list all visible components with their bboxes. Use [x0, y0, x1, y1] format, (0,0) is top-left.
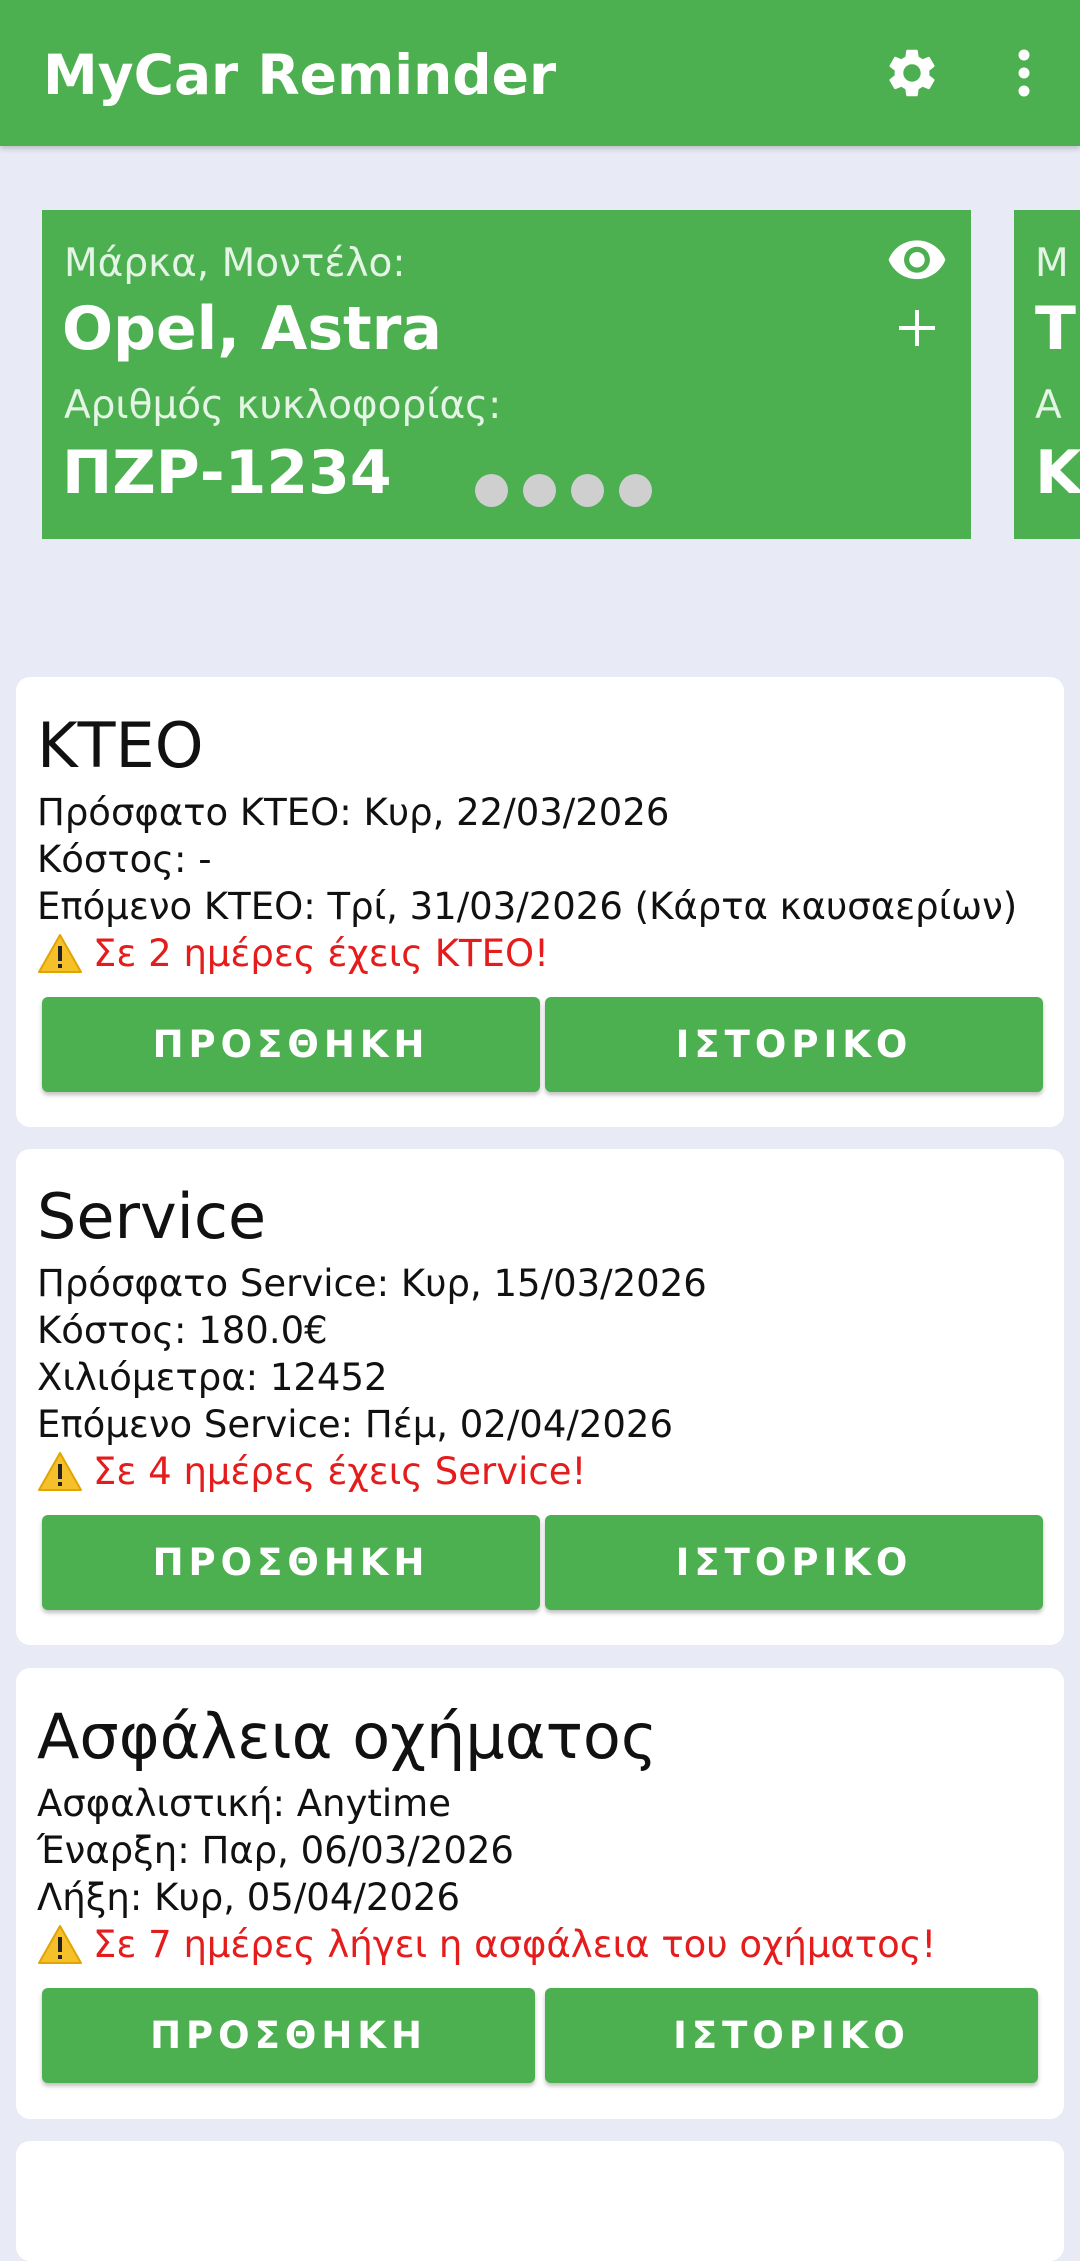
- page-dot[interactable]: [571, 474, 604, 507]
- card-line: Λήξη: Κυρ, 05/04/2026: [37, 1876, 461, 1919]
- card-title: Service: [37, 1180, 267, 1253]
- plus-icon: [899, 310, 935, 346]
- card-line: Κόστος: -: [37, 838, 212, 881]
- settings-button[interactable]: [872, 36, 952, 110]
- eye-icon: [888, 240, 946, 280]
- warning-icon: [37, 1924, 83, 1966]
- page-dot[interactable]: [475, 474, 508, 507]
- make-model-label: Μ: [1035, 241, 1069, 286]
- gear-icon: [889, 49, 935, 97]
- service-card: Service Πρόσφατο Service: Κυρ, 15/03/202…: [16, 1149, 1064, 1645]
- card-line: Ασφαλιστική: Anytime: [37, 1782, 451, 1825]
- warning-message: Σε 7 ημέρες λήγει η ασφάλεια του οχήματο…: [37, 1922, 936, 1968]
- card-line: Κόστος: 180.0€: [37, 1309, 328, 1352]
- next-card-partial: [16, 2141, 1064, 2261]
- add-kteo-button[interactable]: ΠΡΟΣΘΗΚΗ: [42, 997, 540, 1092]
- warning-message: Σε 2 ημέρες έχεις ΚΤΕΟ!: [37, 931, 549, 977]
- warning-text: Σε 2 ημέρες έχεις ΚΤΕΟ!: [93, 932, 549, 975]
- car-carousel[interactable]: Μάρκα, Μοντέλο: Opel, Astra Αριθμός κυκλ…: [0, 146, 1080, 676]
- card-line: Πρόσφατο Service: Κυρ, 15/03/2026: [37, 1262, 707, 1305]
- card-title: Ασφάλεια οχήματος: [37, 1700, 658, 1773]
- page-dot-active[interactable]: [427, 474, 460, 507]
- card-line: Χιλιόμετρα: 12452: [37, 1356, 388, 1399]
- plate-label: Αριθμός κυκλοφορίας:: [64, 383, 502, 428]
- app-title: MyCar Reminder: [43, 43, 557, 107]
- warning-icon: [37, 933, 83, 975]
- warning-message: Σε 4 ημέρες έχεις Service!: [37, 1449, 586, 1495]
- view-car-button[interactable]: [882, 236, 952, 286]
- page-dot[interactable]: [619, 474, 652, 507]
- add-service-button[interactable]: ΠΡΟΣΘΗΚΗ: [42, 1515, 540, 1610]
- add-car-button[interactable]: [892, 300, 942, 356]
- insurance-card: Ασφάλεια οχήματος Ασφαλιστική: Anytime Έ…: [16, 1668, 1064, 2119]
- service-history-button[interactable]: ΙΣΤΟΡΙΚΟ: [545, 1515, 1043, 1610]
- plate-label: Α: [1035, 383, 1062, 428]
- card-title: ΚΤΕΟ: [37, 709, 204, 782]
- more-options-button[interactable]: [1000, 36, 1048, 110]
- add-insurance-button[interactable]: ΠΡΟΣΘΗΚΗ: [42, 1988, 535, 2083]
- page-dot[interactable]: [523, 474, 556, 507]
- app-bar: MyCar Reminder: [0, 0, 1080, 146]
- card-line: Επόμενο ΚΤΕΟ: Τρί, 31/03/2026 (Κάρτα καυ…: [37, 885, 1018, 928]
- more-vertical-icon: [1018, 49, 1030, 97]
- make-model-label: Μάρκα, Μοντέλο:: [64, 241, 406, 286]
- warning-text: Σε 4 ημέρες έχεις Service!: [93, 1450, 587, 1493]
- make-model-value: Opel, Astra: [62, 294, 442, 364]
- kteo-card: ΚΤΕΟ Πρόσφατο ΚΤΕΟ: Κυρ, 22/03/2026 Κόστ…: [16, 677, 1064, 1127]
- warning-text: Σε 7 ημέρες λήγει η ασφάλεια του οχήματο…: [93, 1923, 937, 1966]
- card-line: Πρόσφατο ΚΤΕΟ: Κυρ, 22/03/2026: [37, 791, 670, 834]
- card-line: Έναρξη: Παρ, 06/03/2026: [37, 1829, 514, 1872]
- kteo-history-button[interactable]: ΙΣΤΟΡΙΚΟ: [545, 997, 1043, 1092]
- insurance-history-button[interactable]: ΙΣΤΟΡΙΚΟ: [545, 1988, 1038, 2083]
- warning-icon: [37, 1451, 83, 1493]
- card-line: Επόμενο Service: Πέμ, 02/04/2026: [37, 1403, 674, 1446]
- page-indicator: [0, 474, 1080, 514]
- make-model-value: Τ: [1035, 294, 1076, 364]
